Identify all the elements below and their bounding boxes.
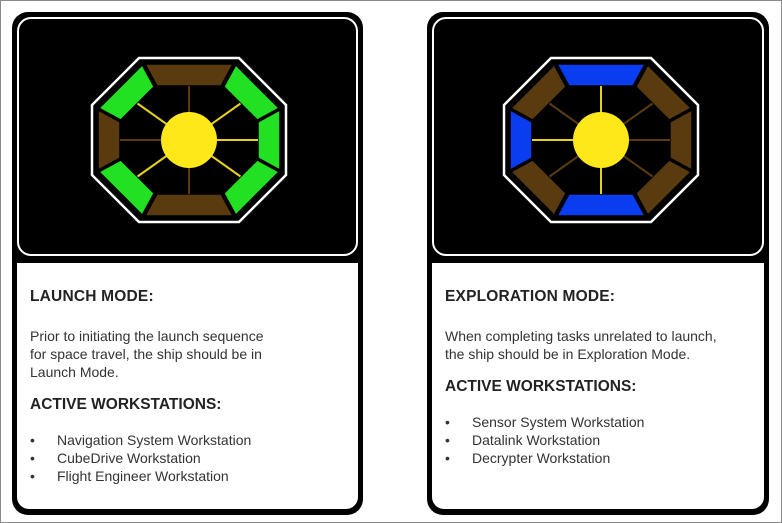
- launch-ship-diagram-panel: [17, 17, 358, 256]
- bullet: •: [445, 432, 450, 448]
- launch-info-panel: LAUNCH MODE: Prior to initiating the lau…: [17, 263, 358, 509]
- description-line: Launch Mode.: [30, 364, 119, 380]
- bullet: •: [30, 432, 35, 448]
- bullet: •: [445, 414, 450, 430]
- mode-description: When completing tasks unrelated to launc…: [445, 327, 717, 363]
- mode-title: EXPLORATION MODE:: [445, 288, 616, 305]
- bullet: •: [30, 450, 35, 466]
- workstations-title: ACTIVE WORKSTATIONS:: [30, 396, 222, 413]
- description-line: When completing tasks unrelated to launc…: [445, 328, 717, 344]
- list-item: • Decrypter Workstation: [445, 449, 644, 467]
- launch-mode-card: LAUNCH MODE: Prior to initiating the lau…: [12, 12, 363, 515]
- reactor-core: [573, 112, 629, 168]
- list-item: • CubeDrive Workstation: [30, 449, 251, 467]
- mode-description: Prior to initiating the launch sequence …: [30, 327, 263, 381]
- workstation-segment-bottom: [146, 194, 232, 216]
- exploration-mode-card: EXPLORATION MODE: When completing tasks …: [427, 12, 769, 515]
- list-item: • Sensor System Workstation: [445, 413, 644, 431]
- description-line: Prior to initiating the launch sequence: [30, 328, 264, 344]
- mode-title: LAUNCH MODE:: [30, 288, 154, 305]
- list-item: • Navigation System Workstation: [30, 431, 251, 449]
- description-line: the ship should be in Exploration Mode.: [445, 346, 691, 362]
- bullet: •: [445, 450, 450, 466]
- list-item: • Datalink Workstation: [445, 431, 644, 449]
- bullet: •: [30, 468, 35, 484]
- workstation-label: Flight Engineer Workstation: [57, 468, 229, 484]
- exploration-info-panel: EXPLORATION MODE: When completing tasks …: [432, 263, 764, 509]
- workstation-label: Datalink Workstation: [472, 432, 601, 448]
- list-item: • Flight Engineer Workstation: [30, 467, 251, 485]
- workstation-segment-top: [146, 64, 232, 86]
- workstation-segment-bottom: [558, 194, 644, 216]
- workstation-segment-top: [558, 64, 644, 86]
- workstation-label: Navigation System Workstation: [57, 432, 252, 448]
- workstations-list: • Navigation System Workstation • CubeDriv…: [30, 431, 251, 485]
- exploration-ship-diagram: [502, 56, 700, 224]
- workstations-list: • Sensor System Workstation • Datalink Wor…: [445, 413, 644, 467]
- workstations-title: ACTIVE WORKSTATIONS:: [445, 378, 637, 395]
- workstation-label: CubeDrive Workstation: [57, 450, 201, 466]
- description-line: for space travel, the ship should be in: [30, 346, 262, 362]
- workstation-label: Sensor System Workstation: [472, 414, 645, 430]
- workstation-label: Decrypter Workstation: [472, 450, 611, 466]
- launch-ship-diagram: [90, 56, 288, 224]
- reactor-core: [161, 112, 217, 168]
- exploration-ship-diagram-panel: [432, 17, 764, 256]
